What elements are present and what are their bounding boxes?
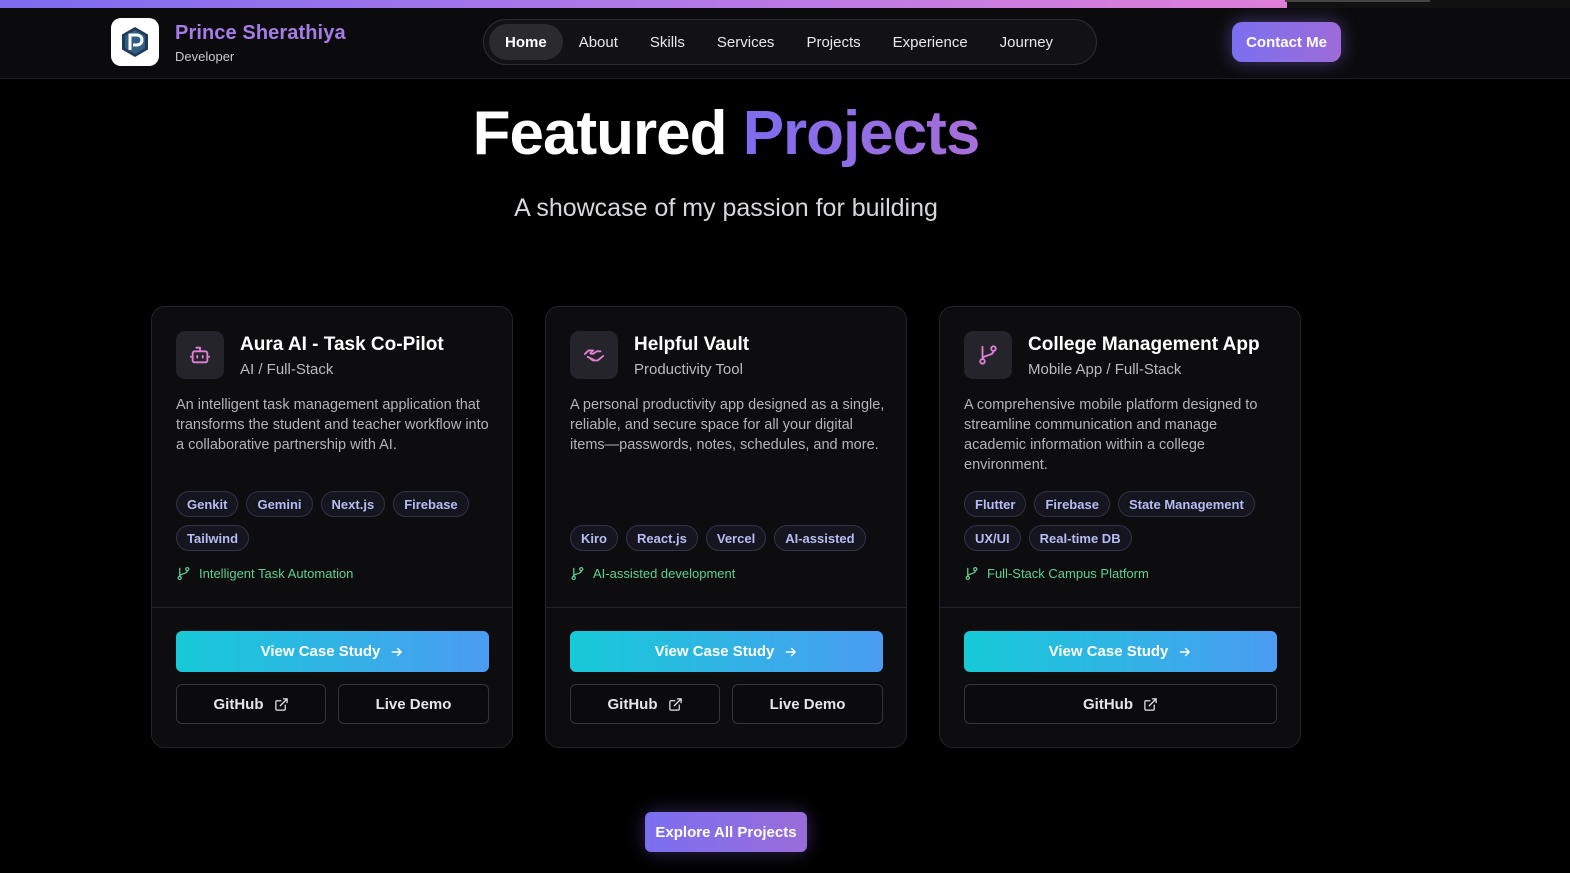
project-category: Mobile App / Full-Stack — [1028, 361, 1182, 378]
project-description: An intelligent task management applicati… — [176, 397, 489, 453]
live-demo-button[interactable]: Live Demo — [338, 684, 489, 724]
nav-item-experience[interactable]: Experience — [877, 24, 984, 60]
view-case-study-button[interactable]: View Case Study — [570, 631, 883, 672]
project-card-helpful-vault: Helpful Vault Productivity Tool A person… — [545, 306, 907, 748]
highlight-label: AI-assisted development — [593, 566, 736, 581]
section-subtitle: A showcase of my passion for building — [514, 194, 938, 222]
tag: Flutter — [964, 491, 1027, 517]
tag: Firebase — [1034, 491, 1110, 517]
divider — [152, 607, 512, 608]
git-branch-icon — [571, 566, 584, 581]
case-study-label: View Case Study — [1048, 643, 1169, 660]
git-branch-icon — [177, 566, 190, 581]
divider — [940, 607, 1300, 608]
project-description: A comprehensive mobile platform designed… — [964, 397, 1258, 473]
tag: Kiro — [570, 525, 618, 551]
section-title-accent: Projects — [742, 99, 981, 168]
scroll-progress-track — [1285, 0, 1430, 2]
logo[interactable] — [111, 18, 159, 66]
git-branch-icon — [965, 566, 978, 581]
scroll-progress-bar — [0, 0, 1570, 8]
external-link-icon — [668, 697, 682, 711]
case-study-label: View Case Study — [654, 643, 775, 660]
project-category: AI / Full-Stack — [240, 361, 334, 378]
tag: React.js — [626, 525, 698, 551]
project-title: Helpful Vault — [634, 334, 750, 355]
robot-icon — [176, 331, 224, 379]
project-card-aura-ai: Aura AI - Task Co-Pilot AI / Full-Stack … — [151, 306, 513, 748]
tag: Next.js — [320, 491, 386, 517]
github-button[interactable]: GitHub — [964, 684, 1277, 724]
tag: State Management — [1117, 491, 1255, 517]
view-case-study-button[interactable]: View Case Study — [964, 631, 1277, 672]
project-highlight: AI-assisted development — [570, 566, 735, 581]
live-demo-button[interactable]: Live Demo — [732, 684, 883, 724]
external-link-icon — [274, 697, 288, 711]
brand-name[interactable]: Prince Sherathiya — [175, 22, 346, 45]
site-header: Prince Sherathiya Developer Home About S… — [0, 8, 1570, 79]
tag: AI-assisted — [774, 525, 866, 551]
nav-item-journey[interactable]: Journey — [984, 24, 1069, 60]
nav-item-services[interactable]: Services — [701, 24, 791, 60]
github-label: GitHub — [213, 695, 264, 713]
scroll-progress-fill — [0, 0, 1288, 8]
nav-item-about[interactable]: About — [563, 24, 634, 60]
git-branch-icon — [964, 331, 1012, 379]
project-card-college-management: College Management App Mobile App / Full… — [939, 306, 1301, 748]
project-title: Aura AI - Task Co-Pilot — [240, 334, 444, 355]
tag: Tailwind — [176, 525, 250, 551]
tag: Vercel — [705, 525, 767, 551]
tag: Gemini — [246, 491, 313, 517]
project-highlight: Intelligent Task Automation — [176, 566, 353, 581]
contact-me-button[interactable]: Contact Me — [1232, 22, 1341, 62]
tag-list: Kiro React.js Vercel AI-assisted — [570, 525, 890, 551]
arrow-right-icon — [1179, 647, 1191, 656]
section-title-plain: Featured — [472, 99, 728, 168]
nav-item-projects[interactable]: Projects — [790, 24, 876, 60]
divider — [546, 607, 906, 608]
tag-list: Flutter Firebase State Management UX/UI … — [964, 491, 1284, 551]
tag: Genkit — [176, 491, 239, 517]
tag: Firebase — [393, 491, 469, 517]
section-title: Featured Projects — [0, 98, 1452, 169]
project-description: A personal productivity app designed as … — [570, 397, 885, 453]
explore-all-projects-button[interactable]: Explore All Projects — [645, 812, 807, 852]
p-monogram-logo-icon — [122, 27, 148, 57]
nav-item-home[interactable]: Home — [489, 24, 563, 60]
github-button[interactable]: GitHub — [570, 684, 720, 724]
arrow-right-icon — [391, 647, 403, 656]
project-category: Productivity Tool — [634, 361, 743, 378]
nav-item-skills[interactable]: Skills — [634, 24, 701, 60]
brand-role: Developer — [175, 49, 235, 64]
case-study-label: View Case Study — [260, 643, 381, 660]
view-case-study-button[interactable]: View Case Study — [176, 631, 489, 672]
github-label: GitHub — [607, 695, 658, 713]
project-highlight: Full-Stack Campus Platform — [964, 566, 1149, 581]
highlight-label: Intelligent Task Automation — [199, 566, 354, 581]
tag: UX/UI — [964, 525, 1021, 551]
github-button[interactable]: GitHub — [176, 684, 326, 724]
github-label: GitHub — [1083, 695, 1133, 713]
external-link-icon — [1144, 697, 1157, 711]
arrow-right-icon — [785, 647, 797, 656]
highlight-label: Full-Stack Campus Platform — [987, 566, 1149, 581]
tag-list: Genkit Gemini Next.js Firebase Tailwind — [176, 491, 496, 551]
handshake-icon — [570, 331, 618, 379]
project-title: College Management App — [1028, 334, 1260, 355]
main-nav: Home About Skills Services Projects Expe… — [483, 19, 1097, 65]
tag: Real-time DB — [1028, 525, 1132, 551]
